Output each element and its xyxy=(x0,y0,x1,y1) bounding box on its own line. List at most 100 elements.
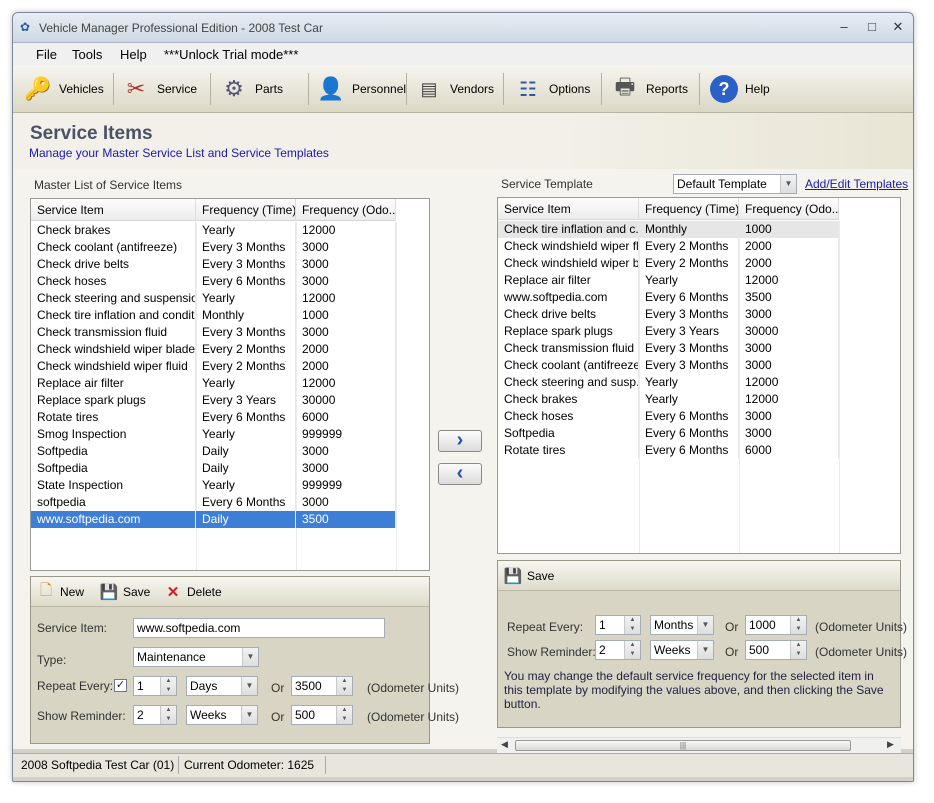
table-cell: Check hoses xyxy=(31,273,196,290)
table-cell: Check windshield wiper fluid xyxy=(31,358,196,375)
repeat-every-checkbox[interactable]: ✓ xyxy=(114,679,127,692)
table-row[interactable]: Check drive belts Every 3 Months 3000 xyxy=(498,306,839,323)
chevron-down-icon: ▼ xyxy=(242,648,258,666)
menu-unlock-trial[interactable]: ***Unlock Trial mode*** xyxy=(164,47,298,62)
table-row[interactable]: Check windshield wiper fluid Every 2 Mont… xyxy=(31,358,396,375)
scroll-right-icon[interactable]: ▶ xyxy=(887,739,894,750)
add-to-template-button[interactable]: › xyxy=(438,430,482,452)
delete-button[interactable]: ✕ Delete xyxy=(163,582,222,602)
table-cell: Yearly xyxy=(639,374,739,391)
table-row[interactable]: Check hoses Every 6 Months 3000 xyxy=(498,408,839,425)
close-button[interactable]: ✕ xyxy=(885,18,911,36)
table-cell: Monthly xyxy=(639,221,739,238)
table-cell: Daily xyxy=(196,460,296,477)
table-cell: Rotate tires xyxy=(31,409,196,426)
new-button[interactable]: 🗋 New xyxy=(36,582,84,602)
table-row[interactable]: Check tire inflation and c... Monthly 1000 xyxy=(498,221,839,238)
template-repeat-every-stepper[interactable]: 1 ▲ ▼ xyxy=(595,615,641,635)
title-bar[interactable]: ✿ Vehicle Manager Professional Edition -… xyxy=(13,13,913,43)
menu-file[interactable]: File xyxy=(36,47,57,62)
arrow-left-icon: ‹ xyxy=(456,462,464,484)
table-row[interactable]: Smog Inspection Yearly 999999 xyxy=(31,426,396,443)
column-header-frequency-odometer[interactable]: Frequency (Odo... xyxy=(296,199,396,221)
toolbar-options-button[interactable]: ☷ Options xyxy=(513,73,590,105)
column-header-service-item[interactable]: Service Item xyxy=(31,199,196,221)
template-show-reminder-stepper[interactable]: 2 ▲ ▼ xyxy=(595,640,641,660)
repeat-unit-select[interactable]: Days ▼ xyxy=(186,676,258,696)
menu-tools[interactable]: Tools xyxy=(72,47,102,62)
template-repeat-unit-select[interactable]: Months ▼ xyxy=(650,615,714,635)
table-row[interactable]: Rotate tires Every 6 Months 6000 xyxy=(31,409,396,426)
table-row[interactable]: Replace spark plugs Every 3 Years 30000 xyxy=(31,392,396,409)
toolbar-service-button[interactable]: ✂ Service xyxy=(121,73,197,105)
repeat-every-stepper[interactable]: 1 ▲ ▼ xyxy=(133,676,177,696)
toolbar-parts-button[interactable]: ⚙ Parts xyxy=(219,73,283,105)
table-row[interactable]: Check coolant (antifreeze) Every 3 Months… xyxy=(498,357,839,374)
template-reminder-unit-select[interactable]: Weeks ▼ xyxy=(650,640,714,660)
type-select[interactable]: Maintenance ▼ xyxy=(133,647,259,667)
spin-arrows-icon: ▲ ▼ xyxy=(790,616,806,634)
table-row[interactable]: Check steering and suspension Yearly 12000 xyxy=(31,290,396,307)
spin-arrows-icon: ▲ ▼ xyxy=(790,641,806,659)
reminder-unit-select[interactable]: Weeks ▼ xyxy=(186,705,258,725)
table-row[interactable]: Check brakes Yearly 12000 xyxy=(31,222,396,239)
template-reminder-odometer-stepper[interactable]: 500 ▲ ▼ xyxy=(745,640,807,660)
toolbar-vendors-button[interactable]: ▤ Vendors xyxy=(414,73,494,105)
table-row[interactable]: www.softpedia.com Daily 3500 xyxy=(31,511,396,528)
column-header-service-item[interactable]: Service Item xyxy=(498,198,639,220)
table-row[interactable]: Replace air filter Yearly 12000 xyxy=(31,375,396,392)
table-cell: Every 6 Months xyxy=(639,425,739,442)
column-header-frequency-time[interactable]: Frequency (Time) xyxy=(639,198,739,220)
reminder-odometer-stepper[interactable]: 500 ▲ ▼ xyxy=(291,705,353,725)
table-row[interactable]: Check drive belts Every 3 Months 3000 xyxy=(31,256,396,273)
repeat-odometer-stepper[interactable]: 3500 ▲ ▼ xyxy=(291,676,353,696)
save-button[interactable]: 💾 Save xyxy=(99,582,151,602)
table-row[interactable]: State Inspection Yearly 999999 xyxy=(31,477,396,494)
table-cell: 2000 xyxy=(296,341,396,358)
repeat-every-label: Repeat Every: xyxy=(37,679,114,693)
toolbar-personnel-button[interactable]: 👤 Personnel xyxy=(316,73,406,105)
maximize-button[interactable]: □ xyxy=(859,18,885,36)
template-select[interactable]: Default Template ▼ xyxy=(673,174,797,194)
table-row[interactable]: softpedia Every 6 Months 3000 xyxy=(31,494,396,511)
column-header-frequency-odometer[interactable]: Frequency (Odo... xyxy=(739,198,839,220)
table-row[interactable]: Softpedia Every 6 Months 3000 xyxy=(498,425,839,442)
table-row[interactable]: Softpedia Daily 3000 xyxy=(31,443,396,460)
table-row[interactable]: Check windshield wiper fl... Every 2 Mont… xyxy=(498,238,839,255)
table-row[interactable]: Replace air filter Yearly 12000 xyxy=(498,272,839,289)
scroll-left-icon[interactable]: ◀ xyxy=(501,739,508,750)
table-row[interactable]: Softpedia Daily 3000 xyxy=(31,460,396,477)
menu-help[interactable]: Help xyxy=(120,47,147,62)
table-cell: 30000 xyxy=(296,392,396,409)
toolbar-vehicles-button[interactable]: 🔑 Vehicles xyxy=(23,73,103,105)
template-list-view[interactable]: Service Item Frequency (Time) Frequency … xyxy=(497,197,901,554)
table-row[interactable]: Check hoses Every 6 Months 3000 xyxy=(31,273,396,290)
template-save-button[interactable]: 💾 Save xyxy=(503,566,555,586)
scroll-thumb[interactable]: ||| xyxy=(515,740,851,751)
service-item-input[interactable]: www.softpedia.com xyxy=(133,618,385,638)
master-list-view[interactable]: Service Item Frequency (Time) Frequency … xyxy=(30,198,430,571)
show-reminder-stepper[interactable]: 2 ▲ ▼ xyxy=(133,705,177,725)
table-row[interactable]: Check brakes Yearly 12000 xyxy=(498,391,839,408)
minimize-button[interactable]: – xyxy=(831,18,857,36)
column-header-frequency-time[interactable]: Frequency (Time) xyxy=(196,199,296,221)
table-row[interactable]: Check steering and susp... Yearly 12000 xyxy=(498,374,839,391)
table-row[interactable]: Check coolant (antifreeze) Every 3 Months… xyxy=(31,239,396,256)
table-row[interactable]: www.softpedia.com Every 6 Months 3500 xyxy=(498,289,839,306)
remove-from-template-button[interactable]: ‹ xyxy=(438,463,482,485)
horizontal-scrollbar[interactable]: ◀ ||| ▶ xyxy=(497,737,901,753)
add-edit-templates-link[interactable]: Add/Edit Templates xyxy=(805,177,908,191)
table-cell: Check steering and suspension xyxy=(31,290,196,307)
template-repeat-odometer-stepper[interactable]: 1000 ▲ ▼ xyxy=(745,615,807,635)
table-cell: 3000 xyxy=(739,340,839,357)
table-row[interactable]: Rotate tires Every 6 Months 6000 xyxy=(498,442,839,459)
table-row[interactable]: Check windshield wiper blades Every 2 Mon… xyxy=(31,341,396,358)
table-row[interactable]: Check transmission fluid Every 3 Months 30… xyxy=(31,324,396,341)
table-row[interactable]: Check windshield wiper b... Every 2 Month… xyxy=(498,255,839,272)
toolbar-help-button[interactable]: ? Help xyxy=(709,73,770,105)
table-row[interactable]: Check transmission fluid Every 3 Months 30… xyxy=(498,340,839,357)
table-cell: Yearly xyxy=(196,290,296,307)
toolbar-reports-button[interactable]: 🖶 Reports xyxy=(610,73,688,105)
table-row[interactable]: Check tire inflation and conditi... Month… xyxy=(31,307,396,324)
table-row[interactable]: Replace spark plugs Every 3 Years 30000 xyxy=(498,323,839,340)
